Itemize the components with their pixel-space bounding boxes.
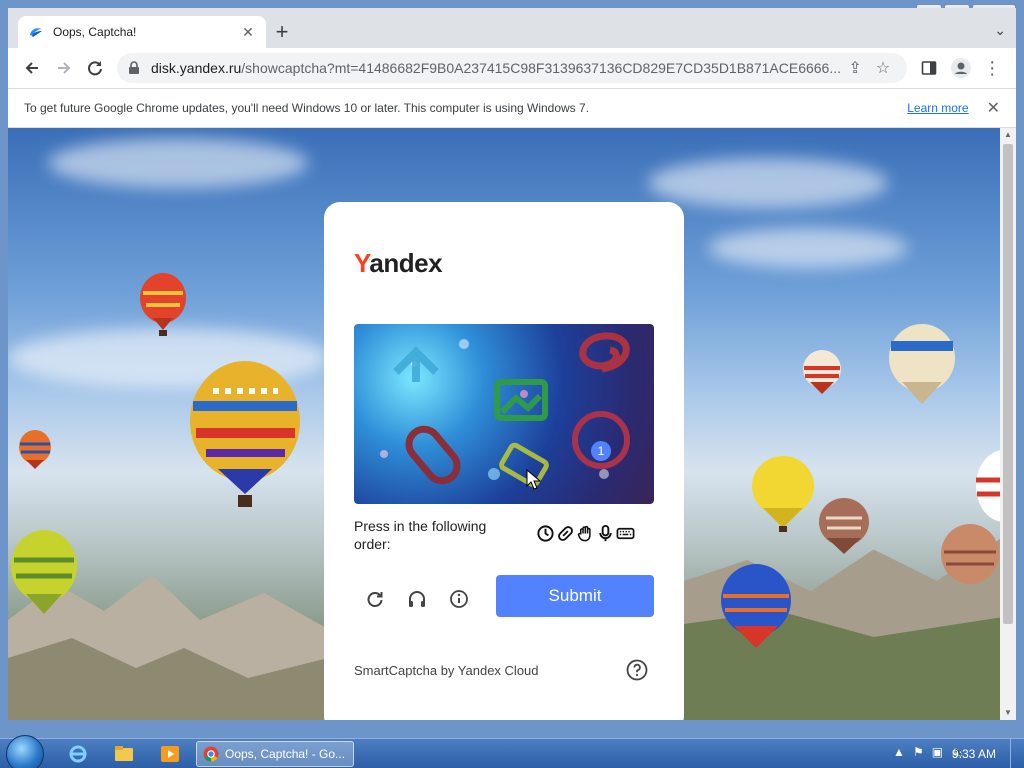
address-bar[interactable]: disk.yandex.ru/showcaptcha?mt=41486682F9… [117,53,908,83]
start-button[interactable] [6,735,44,768]
reload-icon [88,61,103,76]
headphones-icon [409,591,425,607]
cloud [48,138,308,188]
file-explorer-icon[interactable] [104,742,144,766]
tab-close-icon[interactable]: ✕ [240,24,256,41]
hot-air-balloon [889,324,955,404]
hot-air-balloon [721,564,791,648]
ie-glyph-icon [69,745,87,763]
order-icons [536,524,635,543]
hot-air-balloon [819,498,869,554]
windows-taskbar: Oops, Captcha! - Go... ▲ ⚑ ▣ 🔈 9:33 AM [0,735,1024,768]
bookmark-star-icon[interactable]: ☆ [869,58,897,78]
arrow-right-icon [57,62,70,74]
infobar-close-icon[interactable]: ✕ [987,98,1000,118]
yandex-disk-favicon-icon [30,28,42,37]
tab-strip: Oops, Captcha! ✕ + ⌄ [8,8,1016,48]
info-icon [450,590,468,608]
scroll-down-arrow-icon[interactable]: ▼ [1000,706,1016,720]
refresh-icon [367,592,383,607]
avatar-icon [950,58,971,78]
url-host: disk.yandex.ru [151,60,242,76]
hot-air-balloon [803,350,841,394]
captcha-arrow-shape-icon [393,346,439,382]
side-panel-glyph-icon [921,61,937,75]
clock-icon [537,525,554,542]
help-icon[interactable] [626,659,648,681]
url-text: disk.yandex.ru/showcaptcha?mt=41486682F9… [151,60,841,76]
captcha-challenge-image[interactable]: 1 [354,324,654,504]
captcha-instruction: Press in the following order: [354,518,487,552]
taskbar-chrome-window[interactable]: Oops, Captcha! - Go... [196,741,354,767]
logo-letter-y: Y [354,248,370,278]
url-path: /showcaptcha?mt=41486682F9B0A237415C98F3… [241,60,842,76]
captcha-info-button[interactable] [444,584,474,614]
browser-window: – ❐ ✕ Oops, Captcha! ✕ + ⌄ disk.yandex.r… [0,0,1024,738]
network-icon[interactable]: ▣ [932,745,943,759]
hot-air-balloon [752,456,814,532]
hot-air-balloon [976,450,1000,522]
hot-air-balloon [190,361,300,507]
captcha-keyboard-shape-icon [499,442,549,488]
logo-letters: andex [369,248,443,278]
profile-avatar-icon[interactable] [945,52,977,84]
back-button[interactable] [16,52,48,84]
infobar-message: To get future Google Chrome updates, you… [24,101,590,115]
cloud [648,158,888,208]
browser-toolbar: disk.yandex.ru/showcaptcha?mt=41486682F9… [8,48,1016,88]
new-tab-button[interactable]: + [270,20,294,44]
audio-captcha-button[interactable] [402,584,432,614]
show-desktop-button[interactable] [1010,739,1024,768]
play-icon [161,746,179,762]
tab-title: Oops, Captcha! [53,25,137,39]
hand-icon [577,525,591,542]
cloud [708,228,908,268]
hot-air-balloon [140,273,186,336]
lock-icon [129,61,140,74]
menu-kebab-icon[interactable]: ⋮ [976,52,1008,84]
captcha-click-badge-number: 1 [598,444,605,458]
page-scrollbar[interactable]: ▲ ▼ [1000,128,1016,720]
taskbar-chrome-title: Oops, Captcha! - Go... [225,747,346,761]
learn-more-link[interactable]: Learn more [907,101,968,115]
reload-button[interactable] [79,52,111,84]
captcha-paperclip-shape-icon [579,332,630,373]
keyboard-icon [616,527,635,540]
forward-button[interactable] [48,52,80,84]
folder-icon [115,746,133,761]
media-player-icon[interactable] [150,742,190,766]
yandex-logo: Yandex [354,248,443,279]
captcha-image-canvas: 1 [380,332,630,490]
submit-button[interactable]: Submit [496,575,654,617]
scroll-up-arrow-icon[interactable]: ▲ [1000,128,1016,142]
tab-captcha[interactable]: Oops, Captcha! ✕ [18,16,266,48]
hot-air-balloon [11,530,77,614]
chrome-icon [203,746,219,762]
mouse-cursor-icon [526,468,542,490]
captcha-picture-shape-icon [494,379,548,421]
refresh-captcha-button[interactable] [360,584,390,614]
internet-explorer-icon[interactable] [58,742,98,766]
captcha-link-shape-icon [405,425,461,485]
tray-expand-icon[interactable]: ▲ [893,745,905,759]
tab-search-chevron-icon[interactable]: ⌄ [994,22,1006,39]
page-content: Yandex 1 Press in the following order: S… [8,128,1000,720]
share-icon[interactable]: ⇪ [841,58,869,78]
taskbar-clock[interactable]: 9:33 AM [952,747,996,761]
arrow-left-icon [25,62,38,74]
hot-air-balloon [941,524,999,584]
smartcaptcha-footer: SmartCaptcha by Yandex Cloud [354,663,539,678]
update-infobar: To get future Google Chrome updates, you… [8,88,1016,128]
scrollbar-thumb[interactable] [1003,144,1013,624]
action-center-flag-icon[interactable]: ⚑ [913,745,924,759]
captcha-card: Yandex 1 Press in the following order: S… [324,202,684,720]
link-icon [558,526,573,541]
side-panel-icon[interactable] [913,52,945,84]
hot-air-balloon [19,430,51,469]
microphone-icon [599,524,612,542]
